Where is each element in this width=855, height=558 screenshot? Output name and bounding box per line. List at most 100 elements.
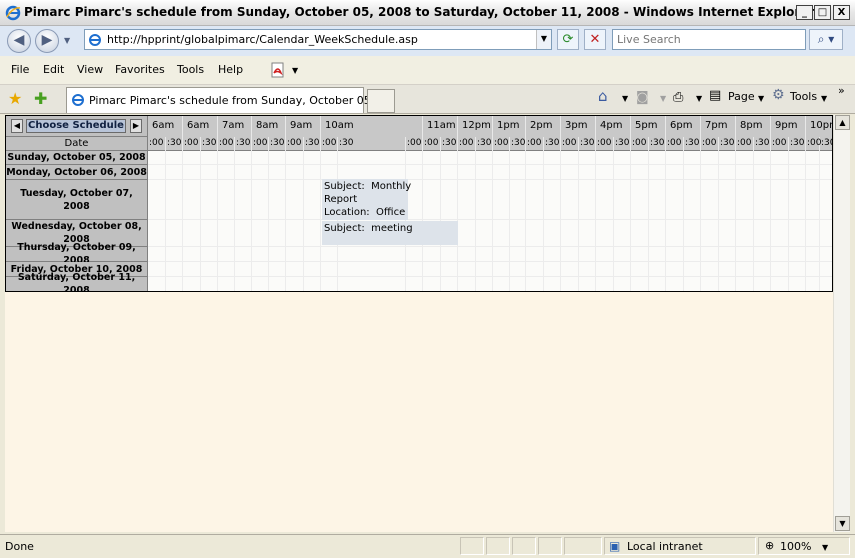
page-dropdown[interactable]: ▼ <box>758 94 764 103</box>
minute-tick: :00 <box>458 137 476 151</box>
page-icon <box>89 34 101 46</box>
back-button[interactable]: ◀ <box>7 29 31 53</box>
prev-week-button[interactable]: ◀ <box>11 119 23 133</box>
home-dropdown[interactable]: ▼ <box>622 94 628 103</box>
grid-line <box>320 151 321 291</box>
menu-help[interactable]: Help <box>218 63 243 76</box>
print-dropdown[interactable]: ▼ <box>696 94 702 103</box>
grid-line <box>525 151 526 291</box>
new-tab-button[interactable] <box>367 89 395 113</box>
grid-line <box>217 151 218 291</box>
date-column-header: Date <box>6 137 148 151</box>
hour-header: 4pm <box>596 116 631 137</box>
refresh-button[interactable]: ⟳ <box>557 29 579 50</box>
pdf-icon[interactable] <box>270 62 286 78</box>
minute-tick: :00 <box>148 137 166 151</box>
hour-header: 3pm <box>561 116 596 137</box>
url-text[interactable]: http://hpprint/globalpimarc/Calendar_Wee… <box>107 33 418 46</box>
next-week-button[interactable]: ▶ <box>130 119 142 133</box>
menu-tools[interactable]: Tools <box>177 63 204 76</box>
hour-header: 11am <box>423 116 458 137</box>
appointment-subject: Subject: Monthly Report <box>324 181 412 205</box>
gear-icon[interactable]: ⚙ <box>772 87 785 103</box>
menu-file[interactable]: File <box>11 63 29 76</box>
minute-tick: :30 <box>684 137 701 151</box>
maximize-button[interactable]: □ <box>814 5 831 20</box>
minute-header-row: :00:30:00:30:00:30:00:30:00:30:00:30:00:… <box>148 137 832 151</box>
tab-current[interactable]: Pimarc Pimarc's schedule from Sunday, Oc… <box>66 87 395 113</box>
pdf-dropdown[interactable]: ▼ <box>292 66 298 75</box>
minute-tick: :00 <box>701 137 719 151</box>
day-row-label: Monday, October 06, 2008 <box>6 165 148 180</box>
search-box[interactable] <box>612 29 806 50</box>
minute-tick: :30 <box>476 137 493 151</box>
add-favorites-icon[interactable]: ✚ <box>34 89 47 108</box>
scroll-down-button[interactable]: ▼ <box>835 516 850 531</box>
chevron-right-icon[interactable]: » <box>838 84 845 97</box>
address-dropdown[interactable]: ▼ <box>536 30 551 49</box>
forward-button[interactable]: ▶ <box>35 29 59 53</box>
zoom-level[interactable]: 100% <box>780 540 811 553</box>
hour-header: 10pm <box>806 116 832 137</box>
minute-tick: :30 <box>544 137 561 151</box>
schedule-nav: ◀ Choose Schedule ▶ <box>6 116 148 137</box>
search-button[interactable]: ⌕ ▾ <box>809 29 843 50</box>
tools-dropdown[interactable]: ▼ <box>821 94 827 103</box>
hour-header: 12pm <box>458 116 493 137</box>
minute-tick: :30 <box>649 137 666 151</box>
grid-line <box>595 151 596 291</box>
home-icon[interactable]: ⌂ <box>598 87 608 105</box>
vertical-scrollbar[interactable]: ▲ ▼ <box>833 115 850 532</box>
minute-tick: :30 <box>166 137 183 151</box>
choose-schedule-button[interactable]: Choose Schedule <box>26 119 126 133</box>
day-row-label: Thursday, October 09, 2008 <box>6 242 148 266</box>
minute-tick: :30 <box>719 137 736 151</box>
menu-edit[interactable]: Edit <box>43 63 64 76</box>
day-row-label: Saturday, October 11, 2008 <box>6 272 148 291</box>
hour-header: 6am <box>148 116 183 137</box>
grid-line <box>770 151 771 291</box>
print-icon[interactable]: ⎙ <box>673 90 683 105</box>
menu-favorites[interactable]: Favorites <box>115 63 165 76</box>
grid-line <box>285 151 286 291</box>
title-bar: Pimarc Pimarc's schedule from Sunday, Oc… <box>0 0 855 26</box>
status-segment <box>512 537 536 555</box>
hour-header: 7pm <box>701 116 736 137</box>
grid-line <box>234 151 235 291</box>
ie-logo-icon <box>5 5 21 21</box>
scroll-up-button[interactable]: ▲ <box>835 115 850 130</box>
zoom-dropdown[interactable]: ▼ <box>822 543 828 552</box>
minute-tick: :30 <box>269 137 286 151</box>
page-menu[interactable]: Page <box>728 90 755 103</box>
minute-tick: :00 <box>321 137 338 151</box>
minute-tick: :30 <box>304 137 321 151</box>
page-icon[interactable]: ▤ <box>709 88 721 103</box>
address-bar[interactable]: http://hpprint/globalpimarc/Calendar_Wee… <box>84 29 552 50</box>
minute-tick: :00 <box>771 137 789 151</box>
hour-header: 1pm <box>493 116 526 137</box>
appointment-meeting[interactable]: Subject: meeting <box>322 221 458 245</box>
minute-tick: :00 <box>493 137 510 151</box>
minimize-button[interactable]: _ <box>796 5 813 20</box>
minute-tick: :30 <box>201 137 218 151</box>
feeds-dropdown[interactable]: ▼ <box>660 94 666 103</box>
grid-line <box>613 151 614 291</box>
menu-view[interactable]: View <box>77 63 103 76</box>
minute-tick: :00 <box>423 137 441 151</box>
favorites-star-icon[interactable]: ★ <box>8 89 22 108</box>
search-input[interactable] <box>615 31 803 48</box>
hour-header: 9pm <box>771 116 806 137</box>
minute-tick: :00 <box>406 137 423 151</box>
grid-line <box>200 151 201 291</box>
stop-button[interactable]: ✕ <box>584 29 606 50</box>
appointment-monthly-report[interactable]: Subject: Monthly Report Location: Office <box>322 179 412 220</box>
grid-line <box>578 151 579 291</box>
feeds-icon[interactable]: ◙ <box>636 90 649 105</box>
grid-line <box>819 151 820 291</box>
minute-tick: :00 <box>526 137 544 151</box>
recent-pages-dropdown[interactable]: ▼ <box>64 36 70 45</box>
tools-menu[interactable]: Tools <box>790 90 817 103</box>
grid-line <box>492 151 493 291</box>
close-button[interactable]: X <box>833 5 850 20</box>
minute-tick: :30 <box>820 137 832 151</box>
